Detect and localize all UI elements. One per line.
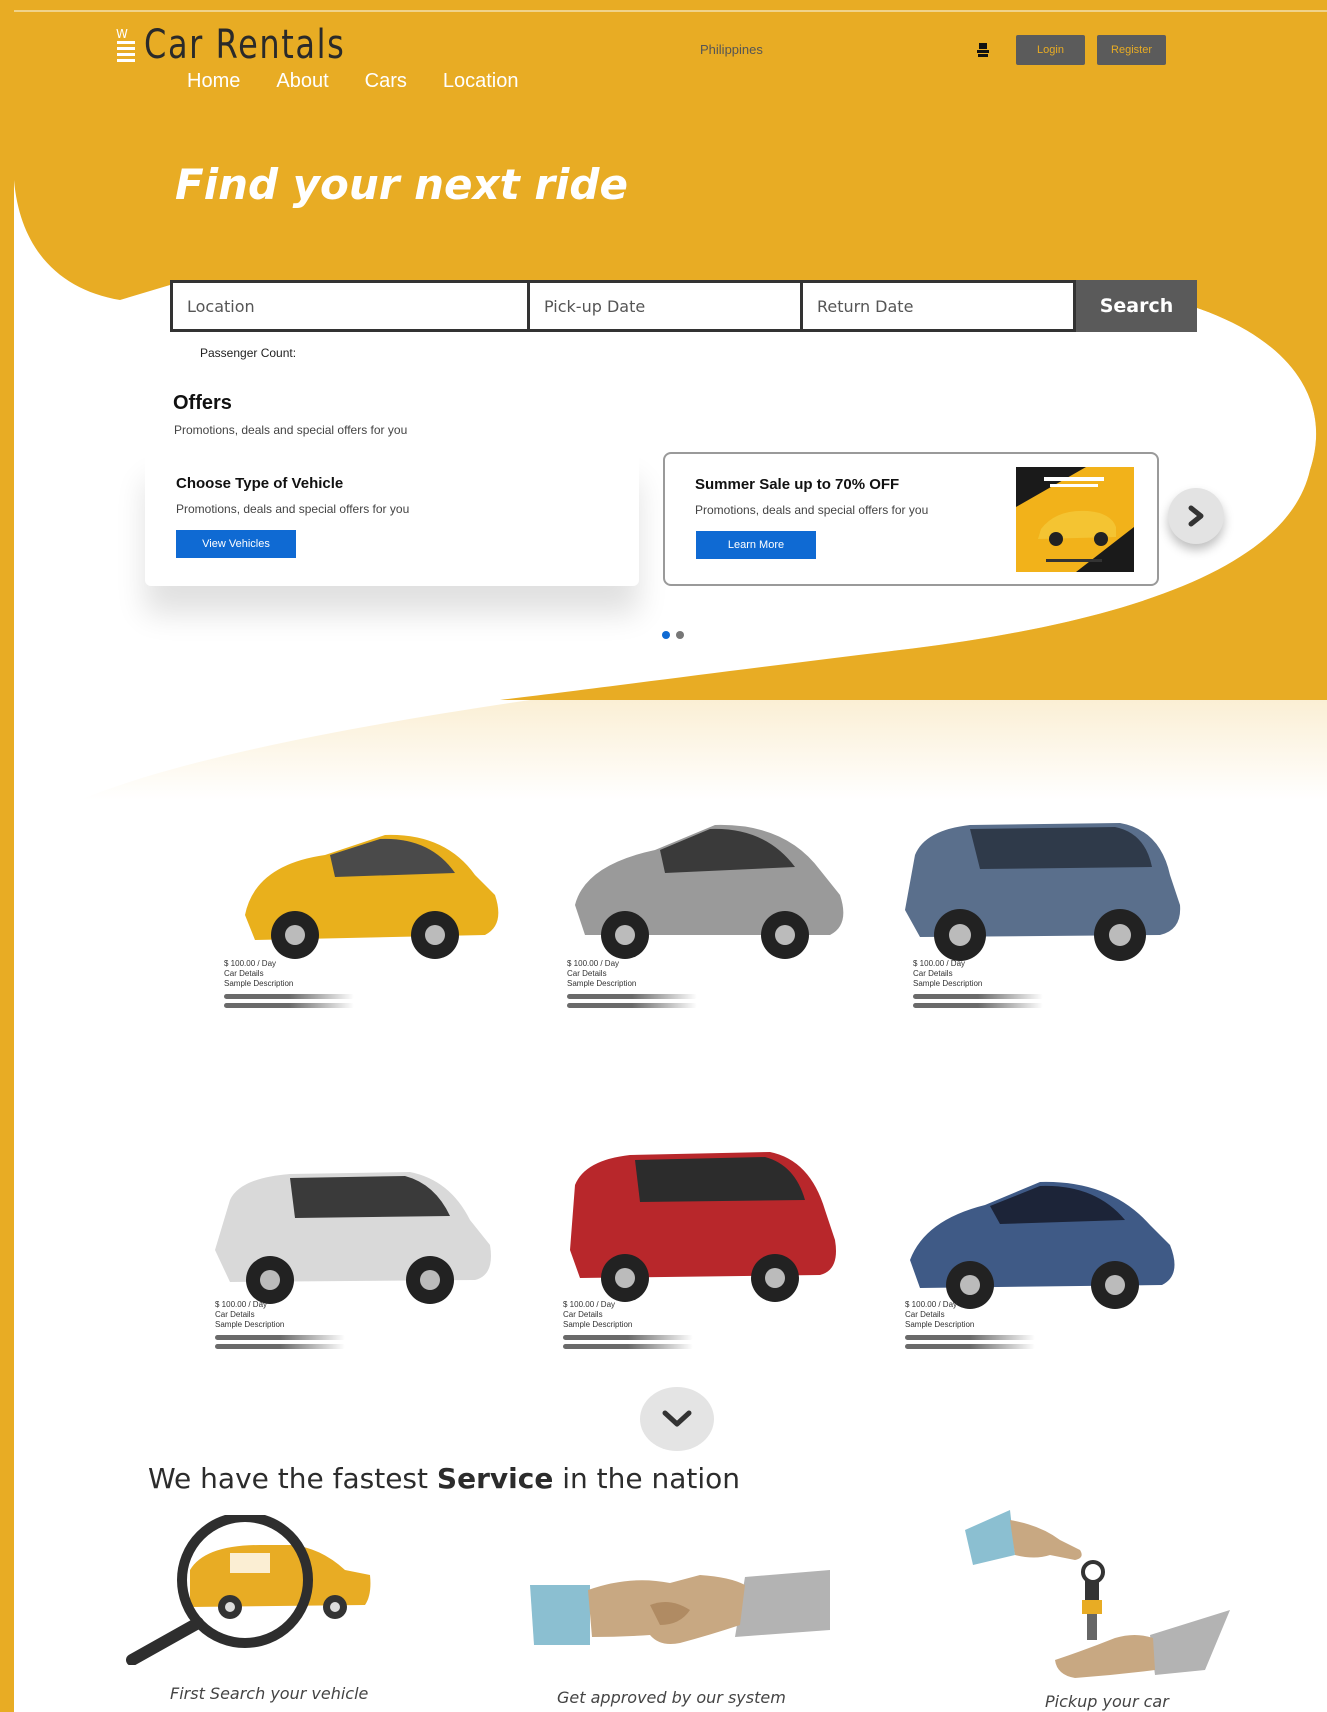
register-button[interactable]: Register: [1097, 35, 1166, 65]
car-card[interactable]: $ 100.00 / Day Car Details Sample Descri…: [563, 1300, 632, 1330]
service-heading: We have the fastest Service in the natio…: [148, 1462, 740, 1495]
step-caption: First Search your vehicle: [170, 1684, 369, 1703]
loading-bar: [905, 1335, 1035, 1340]
page: W Car Rentals Home About Cars Location P…: [0, 0, 1327, 1712]
loading-bar: [913, 1003, 1043, 1008]
login-button[interactable]: Login: [1016, 35, 1085, 65]
car-card[interactable]: $ 100.00 / Day Car Details Sample Descri…: [905, 1300, 974, 1330]
service-heading-pre: We have the fastest: [148, 1462, 437, 1495]
offers-subtitle: Promotions, deals and special offers for…: [174, 423, 408, 437]
loading-bar: [563, 1344, 693, 1349]
car-card[interactable]: $ 100.00 / Day Car Details Sample Descri…: [567, 959, 636, 989]
car-keys-icon: [965, 1510, 1230, 1678]
carousel-dot[interactable]: [676, 631, 684, 639]
location-input[interactable]: Location: [170, 280, 530, 332]
loading-bar: [905, 1344, 1035, 1349]
main-nav: Home About Cars Location: [187, 70, 554, 93]
passenger-count-label[interactable]: Passenger Count:: [200, 346, 296, 360]
return-date-input[interactable]: Return Date: [803, 280, 1076, 332]
offers-title: Offers: [173, 392, 232, 414]
car-description: Sample Description: [563, 1320, 633, 1329]
car-description: Sample Description: [913, 979, 983, 988]
pickup-date-input[interactable]: Pick-up Date: [530, 280, 803, 332]
car-card[interactable]: $ 100.00 / Day Car Details Sample Descri…: [224, 959, 293, 989]
loading-bar: [567, 994, 697, 999]
car-image[interactable]: [215, 795, 515, 985]
carousel-next-button[interactable]: [1168, 488, 1224, 544]
car-price: $ 100.00 / Day: [224, 959, 277, 968]
nav-cars[interactable]: Cars: [365, 70, 407, 93]
chevron-right-icon: [1188, 505, 1204, 527]
offer-card-title: Choose Type of Vehicle: [176, 475, 344, 492]
step-caption: Get approved by our system: [557, 1688, 786, 1707]
loading-bar: [224, 994, 354, 999]
search-button[interactable]: Search: [1076, 280, 1197, 332]
chevron-down-icon: [662, 1410, 692, 1427]
service-heading-post: in the nation: [553, 1462, 741, 1495]
car-price: $ 100.00 / Day: [215, 1300, 268, 1309]
car-price: $ 100.00 / Day: [913, 959, 966, 968]
logo-text: Car Rentals: [144, 22, 346, 68]
loading-bar: [215, 1335, 345, 1340]
carousel-dot-active[interactable]: [662, 631, 670, 639]
car-description: Sample Description: [224, 979, 294, 988]
carousel-dots: [662, 631, 684, 639]
nav-location[interactable]: Location: [443, 70, 519, 93]
logo[interactable]: W Car Rentals: [116, 22, 396, 68]
car-details-label: Car Details: [215, 1310, 255, 1319]
car-description: Sample Description: [567, 979, 637, 988]
loading-bar: [567, 1003, 697, 1008]
loading-bar: [913, 994, 1043, 999]
view-vehicles-button[interactable]: View Vehicles: [176, 530, 296, 558]
search-bar: Location Pick-up Date Return Date Search: [170, 280, 1197, 332]
offer-card: Choose Type of Vehicle Promotions, deals…: [145, 452, 639, 586]
car-details-label: Car Details: [563, 1310, 603, 1319]
hero-title: Find your next ride: [175, 160, 628, 209]
car-details-label: Car Details: [224, 969, 264, 978]
car-details-label: Car Details: [913, 969, 953, 978]
car-description: Sample Description: [215, 1320, 285, 1329]
car-price: $ 100.00 / Day: [567, 959, 620, 968]
country-selector[interactable]: Philippines: [700, 42, 763, 57]
car-card[interactable]: $ 100.00 / Day Car Details Sample Descri…: [215, 1300, 284, 1330]
car-details-label: Car Details: [567, 969, 607, 978]
car-card[interactable]: $ 100.00 / Day Car Details Sample Descri…: [913, 959, 982, 989]
service-heading-bold: Service: [436, 1462, 554, 1495]
loading-bar: [224, 1003, 354, 1008]
svg-text:W: W: [116, 27, 128, 41]
offer-card-subtitle: Promotions, deals and special offers for…: [176, 502, 410, 516]
logo-mark-icon: W: [116, 27, 135, 62]
offer-card-subtitle: Promotions, deals and special offers for…: [695, 503, 929, 517]
nav-about[interactable]: About: [276, 70, 328, 93]
car-price: $ 100.00 / Day: [905, 1300, 958, 1309]
car-image[interactable]: [555, 795, 855, 985]
loading-bar: [215, 1344, 345, 1349]
car-description: Sample Description: [905, 1320, 975, 1329]
learn-more-button[interactable]: Learn More: [696, 531, 816, 559]
scroll-down-button[interactable]: [640, 1387, 714, 1451]
user-icon[interactable]: [975, 42, 991, 58]
search-vehicle-icon: [126, 1515, 371, 1665]
car-image[interactable]: [550, 1130, 850, 1320]
step-caption: Pickup your car: [1045, 1692, 1169, 1711]
offer-card-title: Summer Sale up to 70% OFF: [695, 476, 900, 493]
promo-image: [1016, 467, 1134, 572]
loading-bar: [563, 1335, 693, 1340]
car-details-label: Car Details: [905, 1310, 945, 1319]
car-image[interactable]: [890, 795, 1190, 985]
handshake-icon: [530, 1570, 830, 1645]
car-price: $ 100.00 / Day: [563, 1300, 616, 1309]
offer-card: Summer Sale up to 70% OFF Promotions, de…: [663, 452, 1159, 586]
nav-home[interactable]: Home: [187, 70, 240, 93]
